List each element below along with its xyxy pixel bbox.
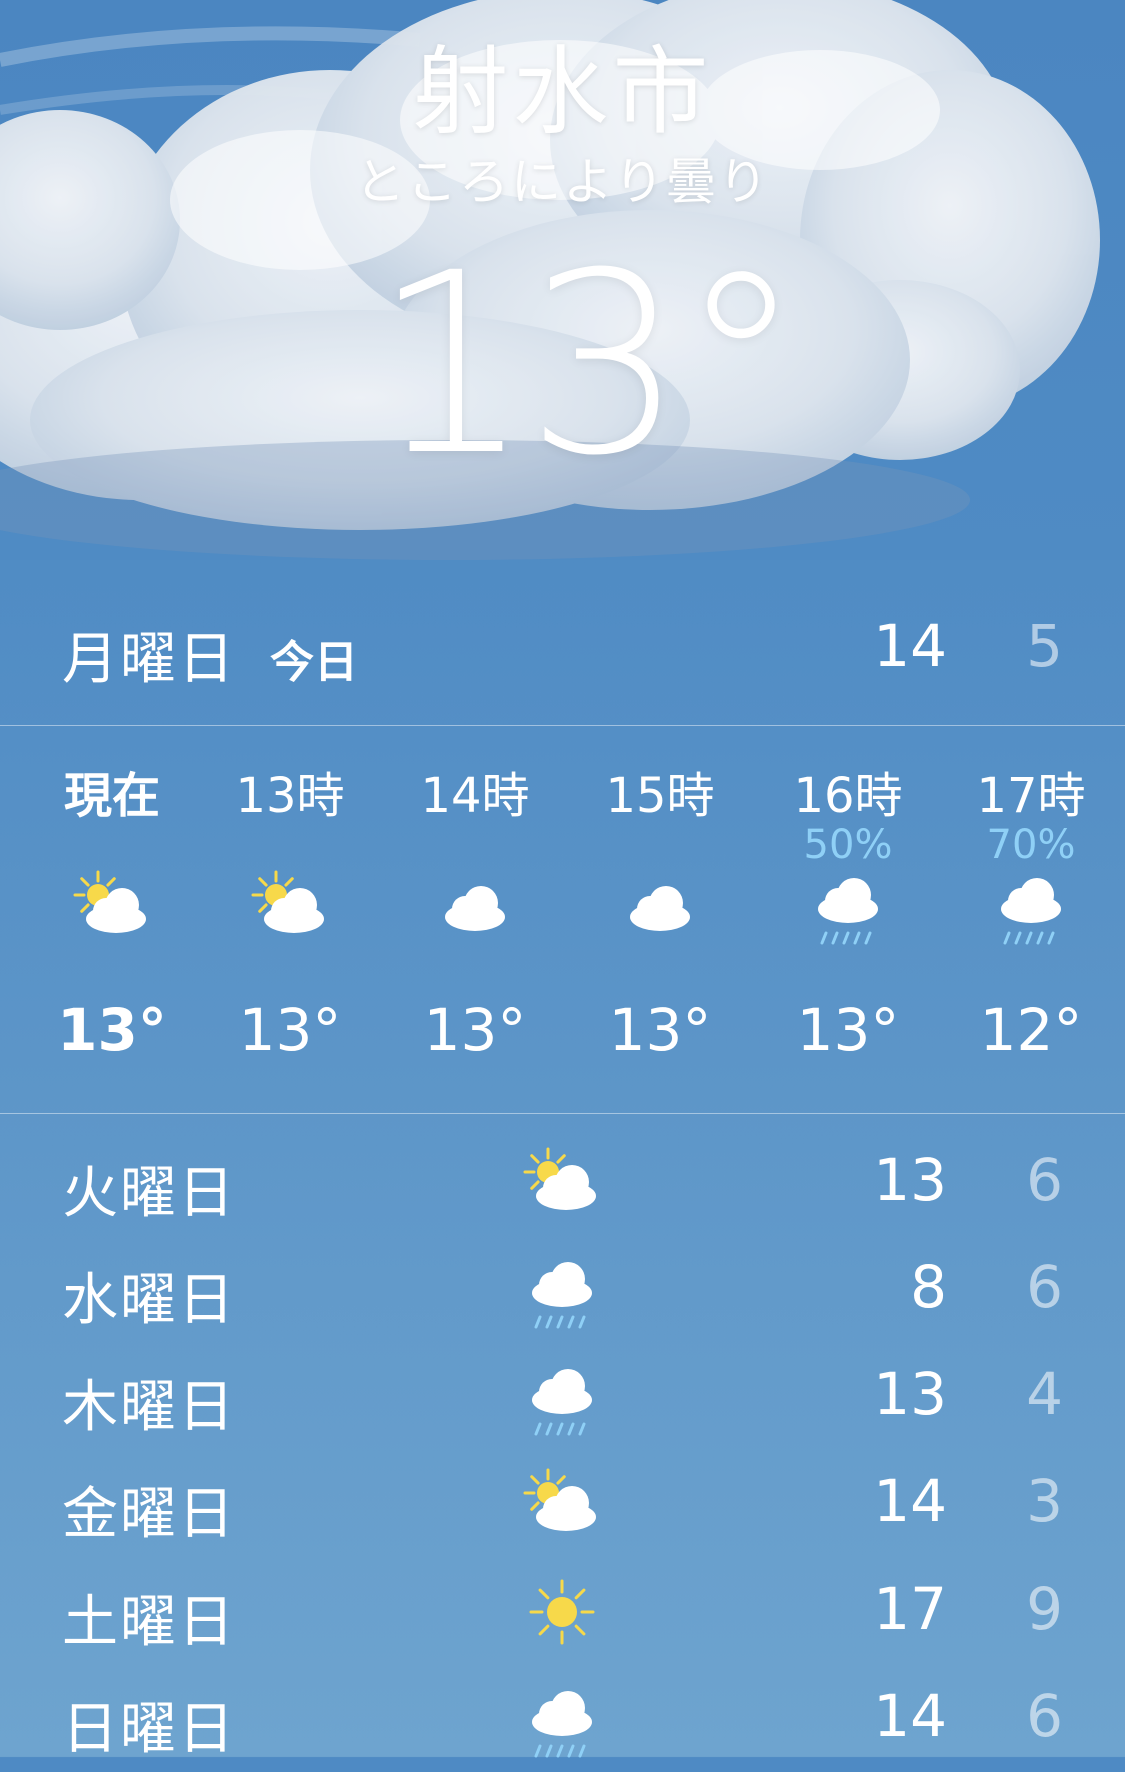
- sun-icon: [522, 1567, 602, 1657]
- daily-high-temp: 13: [873, 1360, 947, 1428]
- hourly-temp: 12°: [979, 996, 1083, 1064]
- hourly-item: 現在 13°: [27, 726, 197, 1106]
- hourly-time: 14時: [420, 768, 530, 824]
- partly-sunny-icon: [522, 1459, 602, 1549]
- hourly-item: 17時 70% 12°: [946, 726, 1116, 1106]
- rain-cloud-icon: [522, 1245, 602, 1335]
- hourly-time: 現在: [63, 768, 160, 824]
- partly-sunny-icon: [522, 1138, 602, 1228]
- daily-low-temp: 4: [1026, 1360, 1063, 1428]
- city-name: 射水市: [412, 36, 713, 148]
- daily-high-temp: 14: [873, 1682, 947, 1750]
- today-summary-row: 月曜日 今日 14 5: [0, 598, 1125, 698]
- daily-high-temp: 14: [873, 1467, 947, 1535]
- daily-day-name: 土曜日: [62, 1590, 236, 1655]
- hourly-item: 15時 13°: [575, 726, 745, 1106]
- weather-condition: ところにより曇り: [355, 152, 770, 211]
- divider-bottom: [0, 1113, 1125, 1114]
- hourly-item: 14時 13°: [390, 726, 560, 1106]
- hourly-item: 16時 50% 13°: [763, 726, 933, 1106]
- hourly-temp: 13°: [423, 996, 527, 1064]
- rain-cloud-icon: [522, 1674, 602, 1764]
- daily-high-temp: 13: [873, 1146, 947, 1214]
- today-label: 今日: [270, 637, 358, 688]
- current-temperature: 13°: [372, 219, 803, 510]
- rain-cloud-icon: [991, 861, 1071, 951]
- daily-row: 水曜日 8 6: [0, 1235, 1125, 1343]
- hourly-forecast[interactable]: 現在 13° 13時 13° 14時 13° 15時 13° 16時 50% 1…: [0, 726, 1125, 1112]
- today-low-temp: 5: [1026, 612, 1063, 680]
- daily-row: 土曜日 17 9: [0, 1557, 1125, 1665]
- daily-row: 日曜日 14 6: [0, 1664, 1125, 1772]
- today-high-temp: 14: [873, 612, 947, 680]
- daily-low-temp: 9: [1026, 1575, 1063, 1643]
- hourly-temp: 13°: [57, 996, 167, 1064]
- rain-cloud-icon: [808, 861, 888, 951]
- cloud-icon: [620, 861, 700, 951]
- daily-row: 木曜日 13 4: [0, 1342, 1125, 1450]
- hourly-time: 16時: [793, 768, 903, 824]
- today-day-name: 月曜日: [62, 627, 236, 692]
- partly-sunny-icon: [250, 861, 330, 951]
- hourly-time: 17時: [976, 768, 1086, 824]
- hourly-time: 13時: [235, 768, 345, 824]
- cloud-icon: [435, 861, 515, 951]
- daily-low-temp: 6: [1026, 1682, 1063, 1750]
- daily-row: 金曜日 14 3: [0, 1449, 1125, 1557]
- hourly-temp: 13°: [608, 996, 712, 1064]
- daily-low-temp: 3: [1026, 1467, 1063, 1535]
- location-header: 射水市 ところにより曇り: [0, 36, 1125, 212]
- daily-day-name: 日曜日: [62, 1697, 236, 1762]
- rain-cloud-icon: [522, 1352, 602, 1442]
- daily-low-temp: 6: [1026, 1146, 1063, 1214]
- daily-day-name: 金曜日: [62, 1482, 236, 1547]
- hourly-temp: 13°: [238, 996, 342, 1064]
- hourly-time: 15時: [605, 768, 715, 824]
- daily-low-temp: 6: [1026, 1253, 1063, 1321]
- daily-day-name: 水曜日: [62, 1268, 236, 1333]
- daily-row: 火曜日 13 6: [0, 1128, 1125, 1236]
- daily-day-name: 木曜日: [62, 1375, 236, 1440]
- partly-sunny-icon: [72, 861, 152, 951]
- hourly-item: 13時 13°: [205, 726, 375, 1106]
- hourly-temp: 13°: [796, 996, 900, 1064]
- daily-day-name: 火曜日: [62, 1161, 236, 1226]
- daily-high-temp: 17: [873, 1575, 947, 1643]
- daily-high-temp: 8: [910, 1253, 947, 1321]
